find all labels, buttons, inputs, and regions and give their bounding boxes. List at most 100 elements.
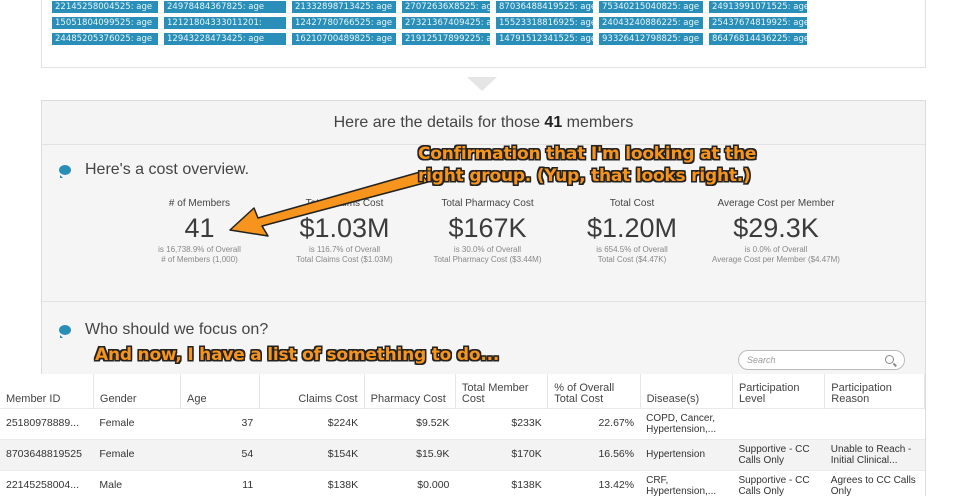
member-tag-grid: 22145258004525: age 24978484367825: age 21… [52,0,807,48]
table-cell: $138K [259,469,365,496]
table-cell: 8703648819525 [0,438,94,470]
column-header-total-member-cost[interactable]: Total Member Cost [455,374,549,408]
table-cell [732,407,825,439]
stat-value: $167K [448,213,527,243]
table-row[interactable]: 25180978889... Female 37 $224K $9.52K $233K 22… [0,407,925,439]
speech-bubble-icon [59,325,71,338]
section-divider [42,301,925,302]
member-tag[interactable]: 16210700489825: age [292,33,396,45]
tag-row: 22145258004525: age 24978484367825: age 21… [52,1,807,16]
tag-row: 24485205376025: age 12943228473425: age 16… [52,33,807,48]
column-header-participation-level[interactable]: Participation Level [732,374,826,408]
member-tag[interactable]: 24485205376025: age [52,33,158,45]
table-header-row: Member ID Gender Age Claims Cost Pharmac… [0,374,925,408]
tag-row: 15051804099525: age 12121804333011201: 124… [52,17,807,32]
member-tag[interactable]: 21912517899225: age [402,33,490,45]
column-header-claims-cost[interactable]: Claims Cost [259,374,365,408]
stat-claims-cost: Total Claims Cost $1.03M is 116.7% of Ov… [282,198,407,265]
member-tag[interactable]: 87036488419525: age [496,1,593,13]
stat-note: Total Pharmacy Cost ($3.44M) [433,255,542,264]
member-tag[interactable]: 24978484367825: age [164,1,286,13]
table-cell: 22.67% [547,407,641,439]
table-cell: $233K [455,407,548,439]
annotation-line: Confirmation that I'm looking at the [418,144,757,164]
speech-bubble-icon [59,165,71,178]
details-prefix: Here are the details for those [333,114,540,131]
cost-overview-heading: Here's a cost overview. [59,161,249,179]
member-tag[interactable]: 12121804333011201: [164,17,286,29]
member-tag-panel: 22145258004525: age 24978484367825: age 21… [41,0,926,68]
column-header-participation-reason[interactable]: Participation Reason [824,374,925,408]
table-cell: $154K [259,438,365,470]
members-table: Member ID Gender Age Claims Cost Pharmac… [0,374,925,496]
table-cell: $9.52K [364,407,456,439]
table-cell: 22145258004... [0,469,94,496]
table-cell: COPD, Cancer, Hypertension,... [640,407,733,439]
stat-note: Total Claims Cost ($1.03M) [296,255,393,264]
stat-note: Average Cost per Member ($4.47M) [712,255,840,264]
table-row[interactable]: 8703648819525 Female 54 $154K $15.9K $170K 16.… [0,438,925,470]
member-tag[interactable]: 93326412798825: age [599,33,703,45]
down-arrow-icon [467,77,497,91]
stat-label: Average Cost per Member [717,198,835,209]
stat-members: # of Members 41 is 16,738.9% of Overall … [137,198,262,265]
stat-avg-cost: Average Cost per Member $29.3K is 0.0% o… [706,198,846,265]
column-header-diseases[interactable]: Disease(s) [640,374,733,408]
member-tag[interactable]: 24913991071525: age [709,1,807,13]
column-header-pharmacy-cost[interactable]: Pharmacy Cost [364,374,456,408]
stat-note: is 30.0% of Overall [453,245,522,254]
column-header-pct-overall[interactable]: % of Overall Total Cost [547,374,641,408]
annotation-confirmation: Confirmation that I'm looking at the rig… [418,143,756,187]
search-icon[interactable] [885,355,894,364]
search-placeholder: Search [747,355,776,365]
member-tag[interactable]: 22145258004525: age [52,1,158,13]
stat-value: $1.03M [299,213,390,243]
member-tag[interactable]: 86476814436225: age [709,33,807,45]
table-cell: Male [93,469,181,496]
member-tag[interactable]: 27321367409425: age [402,17,490,29]
stat-label: Total Claims Cost [305,198,384,209]
table-cell: $15.9K [364,438,456,470]
member-tag[interactable]: 12943228473425: age [164,33,286,45]
stat-note: Total Cost ($4.47K) [597,255,667,264]
details-suffix: members [566,114,634,131]
table-cell: 13.42% [547,469,641,496]
table-cell: $224K [259,407,365,439]
details-count: 41 [544,114,563,131]
table-cell: 54 [180,438,260,470]
member-tag[interactable]: 15523318816925: age [496,17,593,29]
stat-note: # of Members (1,000) [161,255,238,264]
table-cell: Supportive - CC Calls Only [732,438,825,470]
table-cell [824,407,925,439]
column-header-member-id[interactable]: Member ID [0,374,94,408]
table-cell: Female [93,407,181,439]
member-tag[interactable]: 21332898713425: age [292,1,396,13]
annotation-line: right group. (Yup, that looks right.) [418,166,751,186]
table-cell: $0.000 [364,469,456,496]
member-tag[interactable]: 24043240886225: age [599,17,703,29]
member-tag[interactable]: 15051804099525: age [52,17,158,29]
table-cell: $170K [455,438,548,470]
column-header-age[interactable]: Age [180,374,260,408]
member-tag[interactable]: 12427780766525: age [292,17,396,29]
table-cell: Unable to Reach - Initial Clinical... [824,438,925,470]
stat-note: is 654.5% of Overall [596,245,668,254]
member-tag[interactable]: 27072636X8525: age [402,1,490,13]
table-row[interactable]: 22145258004... Male 11 $138K $0.000 $138K 13.4… [0,469,925,496]
search-input[interactable]: Search [738,350,905,370]
member-tag[interactable]: 14791512341525: age [496,33,593,45]
stat-value: 41 [184,213,215,243]
stat-note: is 116.7% of Overall [309,245,380,254]
table-cell: 11 [180,469,260,496]
stat-note: is 0.0% of Overall [744,245,808,254]
member-tag[interactable]: 25437674819925: age [709,17,807,29]
stat-value: $29.3K [733,213,819,243]
table-cell: 25180978889... [0,407,94,439]
column-header-gender[interactable]: Gender [93,374,181,408]
member-tag[interactable]: 75340215040825: age [599,1,703,13]
table-cell: Hypertension [640,438,733,470]
table-cell: $138K [455,469,548,496]
focus-title: Who should we focus on? [85,321,269,338]
annotation-todo: And now, I have a list of something to d… [95,345,500,365]
stat-label: Total Cost [609,198,655,209]
